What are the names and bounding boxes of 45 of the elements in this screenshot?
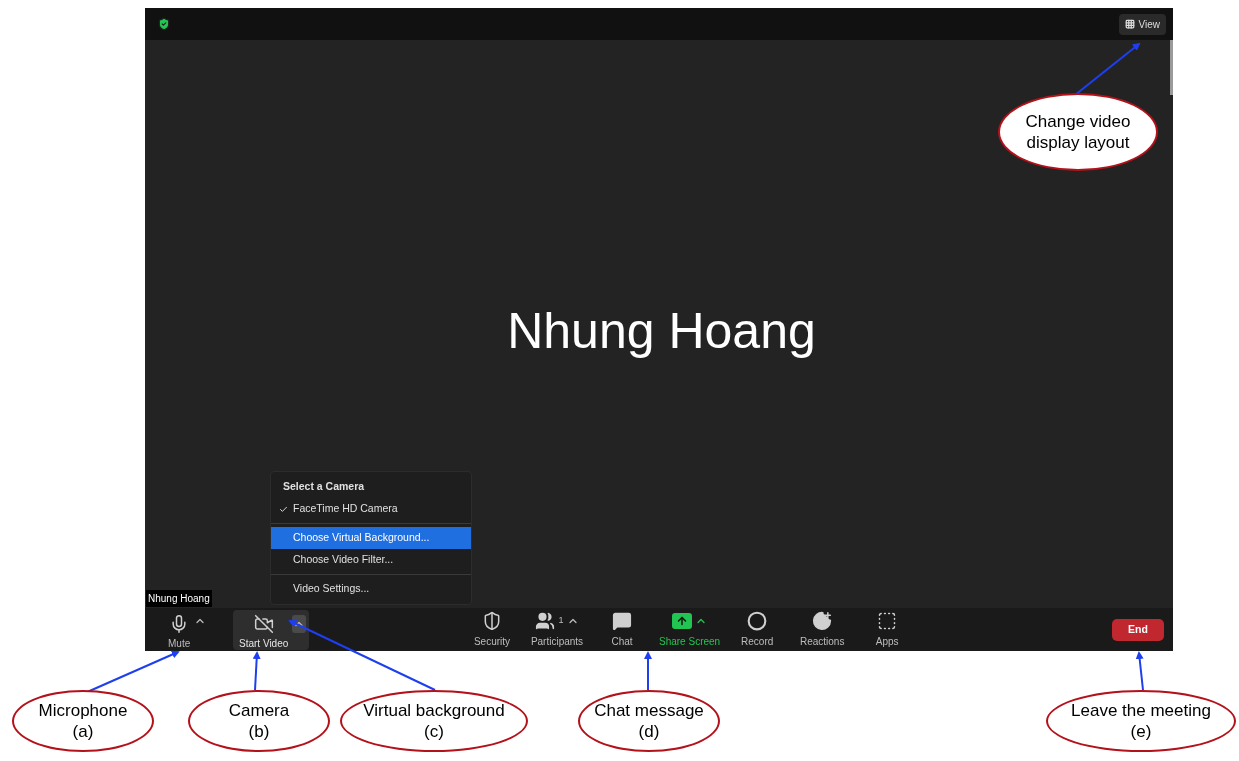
scrollbar[interactable]: [1170, 40, 1173, 95]
annotation-arrow: [1074, 42, 1141, 96]
smiley-plus-icon: [812, 610, 833, 631]
annotation-arrow: [644, 651, 652, 691]
annotation-arrow: [1135, 651, 1144, 691]
annotation-letter: (c): [424, 721, 444, 742]
toolbar-button[interactable]: Security: [462, 610, 522, 649]
annotation-letter: (d): [638, 721, 660, 742]
toolbar-button[interactable]: Mute: [160, 609, 220, 650]
shield-check-icon[interactable]: [157, 17, 171, 31]
toolbar-button[interactable]: 1 Participants: [527, 610, 587, 649]
menu-item[interactable]: Choose Video Filter...: [271, 549, 471, 571]
people-icon: [535, 610, 556, 631]
toolbar-button[interactable]: Share Screen: [657, 610, 723, 649]
toolbar-button[interactable]: Record: [727, 610, 788, 649]
annotation-letter: (a): [72, 721, 94, 742]
shield-icon: [482, 610, 502, 631]
annotation-letter: (e): [1130, 721, 1152, 742]
annotation-label: Microphone: [38, 700, 128, 721]
annotation-arrow: [252, 651, 261, 691]
dashed-square-icon: [877, 610, 898, 631]
toolbar-button[interactable]: Reactions: [792, 610, 853, 649]
participant-count: 1: [558, 613, 564, 627]
camera-off-icon: [253, 613, 274, 634]
end-button[interactable]: End: [1112, 618, 1164, 641]
annotation-label: Leave the meeting: [1071, 700, 1211, 721]
participant-name: Nhung Hoang: [507, 302, 816, 361]
menu-item[interactable]: Video Settings...: [271, 578, 471, 600]
menu-item[interactable]: FaceTime HD Camera: [271, 498, 471, 520]
toolbar-button[interactable]: Chat: [592, 610, 652, 649]
toolbar-button[interactable]: Apps: [857, 610, 918, 649]
annotation-label: Virtual background: [363, 700, 505, 721]
toolbar-button[interactable]: Start Video: [233, 609, 309, 650]
name-tag: Nhung Hoang: [146, 590, 212, 607]
check-icon: [279, 504, 288, 514]
menu-item[interactable]: Choose Virtual Background...: [271, 527, 471, 549]
record-icon: [747, 610, 768, 631]
annotation-label: Chat message: [594, 700, 704, 721]
annotation-label: Change video display layout: [1024, 111, 1132, 153]
chat-bubble-icon: [612, 610, 632, 631]
grid-icon: [1124, 19, 1135, 29]
annotation-letter: (b): [248, 721, 270, 742]
annotation-label: Camera: [228, 700, 290, 721]
menu-title: Select a Camera: [282, 479, 366, 495]
view-button[interactable]: View: [1118, 13, 1166, 35]
